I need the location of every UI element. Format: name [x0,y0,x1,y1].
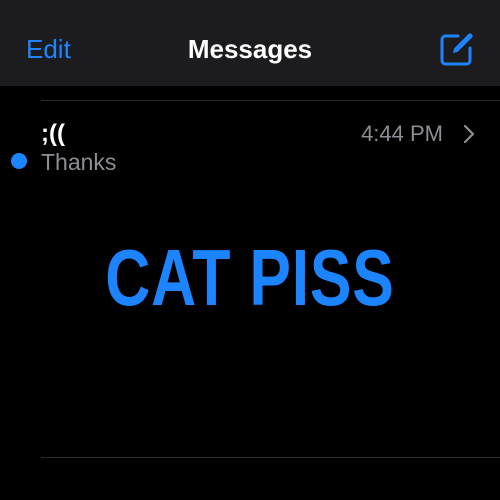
chevron-right-icon [463,124,475,144]
conversation-name: ;(( [41,120,65,147]
conversation-timestamp: 4:44 PM [361,121,443,146]
edit-button[interactable]: Edit [26,34,71,64]
navigation-bar: Edit Messages [0,0,500,86]
unread-indicator [11,153,27,169]
list-separator [41,457,500,458]
compose-button[interactable] [438,30,476,68]
compose-icon [440,33,473,66]
page-title: Messages [187,34,313,64]
conversation-row[interactable]: ;(( 4:44 PM Thanks [0,101,500,183]
message-preview: Thanks [41,149,117,175]
messages-screen: Edit Messages ;(( 4:44 PM Thanks CAT PIS… [0,0,500,500]
overlay-caption: CAT PISS [105,233,395,322]
